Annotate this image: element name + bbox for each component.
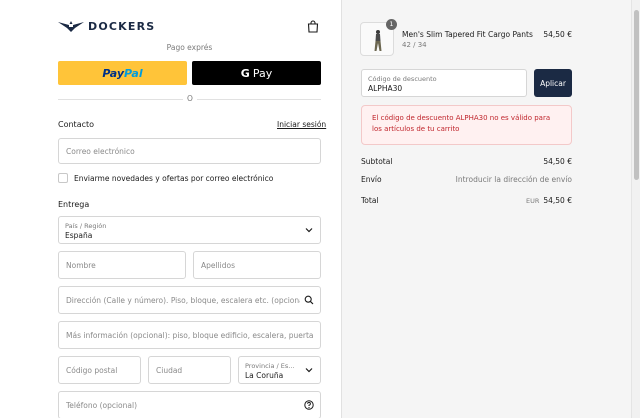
province-label: Provincia / Es... <box>245 362 295 370</box>
checkout-main: DOCKERS Pago exprés Pay Pal G Pay O Conta… <box>0 0 341 418</box>
chevron-down-icon <box>305 368 313 373</box>
province-value: La Coruña <box>245 371 284 380</box>
city-field[interactable] <box>148 356 231 384</box>
total-label: Total <box>361 196 379 205</box>
email-input[interactable] <box>59 139 320 163</box>
city-input[interactable] <box>149 357 230 383</box>
discount-error-message: El código de descuento ALPHA30 no es vál… <box>361 105 572 145</box>
phone-field[interactable] <box>58 391 321 418</box>
discount-code-value: ALPHA30 <box>368 84 403 93</box>
address2-field[interactable] <box>58 321 321 349</box>
brand-name: DOCKERS <box>88 19 156 33</box>
product-variant: 42 / 34 <box>402 41 427 49</box>
discount-code-field[interactable]: Código de descuento ALPHA30 <box>361 69 527 97</box>
shipping-value: Introducir la dirección de envío <box>455 175 572 184</box>
paypal-text-part1: Pay <box>102 66 125 80</box>
apply-discount-button[interactable]: Aplicar <box>534 69 572 97</box>
discount-code-label: Código de descuento <box>368 75 437 83</box>
last-name-field[interactable] <box>193 251 321 279</box>
address-field[interactable] <box>58 286 321 314</box>
page-scrollbar[interactable] <box>631 0 640 418</box>
email-field[interactable] <box>58 138 321 164</box>
subtotal-value: 54,50 € <box>543 157 572 166</box>
divider-or-label: O <box>183 94 197 103</box>
contact-title: Contacto <box>58 120 95 129</box>
subtotal-label: Subtotal <box>361 157 393 166</box>
google-g-icon: G <box>240 66 250 80</box>
address2-input[interactable] <box>59 322 320 348</box>
wings-logo-icon <box>58 21 84 32</box>
help-circle-icon[interactable] <box>304 400 314 410</box>
first-name-field[interactable] <box>58 251 186 279</box>
postal-code-input[interactable] <box>59 357 140 383</box>
total-value: 54,50 € <box>543 196 572 205</box>
product-price: 54,50 € <box>543 30 572 39</box>
last-name-input[interactable] <box>194 252 320 278</box>
quantity-badge: 1 <box>386 19 397 30</box>
subtotal-row: Subtotal 54,50 € <box>361 157 572 166</box>
province-select[interactable]: Provincia / Es... La Coruña <box>238 356 321 384</box>
scrollbar-thumb[interactable] <box>634 10 639 180</box>
shipping-label: Envío <box>361 175 382 184</box>
newsletter-label: Enviarme novedades y ofertas por correo … <box>74 174 274 183</box>
chevron-down-icon <box>305 228 313 233</box>
shipping-row: Envío Introducir la dirección de envío <box>361 175 572 184</box>
total-row: Total EUR 54,50 € <box>361 196 572 205</box>
country-select[interactable]: País / Región España <box>58 216 321 244</box>
phone-input[interactable] <box>59 392 320 418</box>
address-input[interactable] <box>59 287 320 313</box>
country-value: España <box>65 231 93 240</box>
search-icon[interactable] <box>304 295 314 305</box>
shopping-bag-icon[interactable] <box>307 20 319 33</box>
country-label: País / Región <box>65 222 107 230</box>
google-pay-button[interactable]: G Pay <box>192 61 321 85</box>
first-name-input[interactable] <box>59 252 185 278</box>
product-name: Men's Slim Tapered Fit Cargo Pants <box>402 30 533 39</box>
delivery-title: Entrega <box>58 200 90 209</box>
total-currency: EUR <box>525 197 540 205</box>
express-checkout-label: Pago exprés <box>166 43 213 52</box>
login-link[interactable]: Iniciar sesión <box>277 120 326 129</box>
newsletter-checkbox[interactable] <box>58 173 68 183</box>
paypal-button[interactable]: Pay Pal <box>58 61 187 85</box>
dockers-logo[interactable]: DOCKERS <box>58 19 155 33</box>
postal-code-field[interactable] <box>58 356 141 384</box>
paypal-text-part2: Pal <box>124 66 143 80</box>
google-pay-label: Pay <box>252 66 273 80</box>
order-summary-panel <box>341 0 631 418</box>
